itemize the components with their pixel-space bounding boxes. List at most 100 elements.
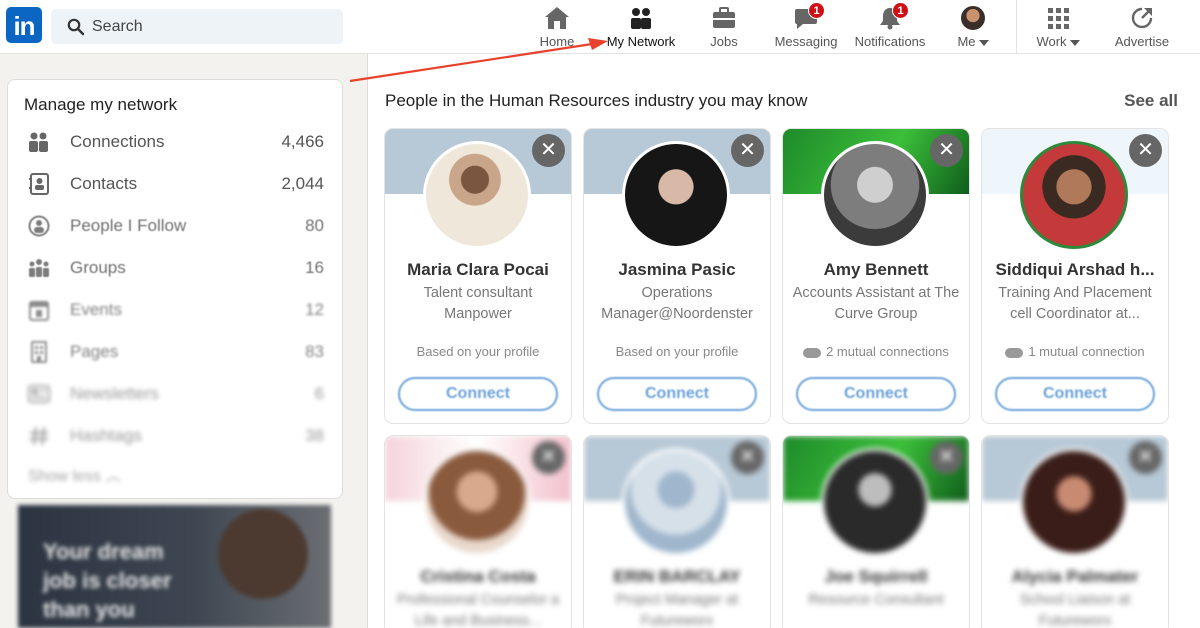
- person-card[interactable]: ✕ ERIN BARCLAY Project Manager at Future…: [583, 435, 771, 628]
- search-input[interactable]: Search: [51, 9, 343, 44]
- suggestion-reason: 1 mutual connection: [988, 344, 1162, 359]
- sidebar-item-count: 80: [305, 216, 324, 235]
- suggestion-reason: 2 mutual connections: [789, 344, 963, 359]
- sidebar-item-label: Pages: [70, 342, 119, 361]
- sidebar-item-hashtags[interactable]: Hashtags 38: [8, 416, 344, 456]
- person-card[interactable]: ✕ Siddiqui Arshad h... Training And Plac…: [981, 128, 1169, 424]
- close-icon[interactable]: ✕: [930, 134, 963, 167]
- sidebar-item-events[interactable]: Events 12: [8, 290, 344, 330]
- person-title: School Liaison at Futureworx: [1019, 592, 1131, 628]
- sidebar-item-connections[interactable]: Connections 4,466: [8, 122, 344, 162]
- follow-icon: [28, 215, 50, 237]
- nav-me[interactable]: Me: [954, 4, 992, 52]
- messaging-badge: 1: [808, 2, 825, 19]
- sidebar-item-label: Events: [70, 300, 122, 319]
- sidebar-item-count: 38: [305, 426, 324, 445]
- top-nav-bar: in Search Home My Network Jobs 1 Messagi…: [0, 0, 1200, 56]
- person-card[interactable]: ✕ Maria Clara Pocai Talent consultant Ma…: [384, 128, 572, 424]
- connect-button[interactable]: Connect: [398, 377, 558, 411]
- nav-work[interactable]: Work: [1032, 4, 1084, 52]
- home-icon: [545, 7, 569, 29]
- sidebar-item-people-i-follow[interactable]: People I Follow 80: [8, 206, 344, 246]
- connect-button[interactable]: Connect: [597, 377, 757, 411]
- sidebar-item-count: 12: [305, 300, 324, 319]
- close-icon[interactable]: ✕: [731, 441, 764, 474]
- profile-photo[interactable]: [423, 141, 531, 249]
- suggestion-reason: Based on your profile: [615, 344, 739, 359]
- person-card[interactable]: ✕ Amy Bennett Accounts Assistant at The …: [782, 128, 970, 424]
- hashtag-icon: [30, 426, 48, 446]
- person-name[interactable]: Amy Bennett: [789, 260, 963, 280]
- person-name[interactable]: ERIN BARCLAY: [590, 567, 764, 587]
- person-name[interactable]: Jasmina Pasic: [590, 260, 764, 280]
- profile-photo[interactable]: [622, 448, 730, 556]
- show-less-button[interactable]: Show less ︿: [28, 462, 121, 486]
- sidebar-item-label: Newsletters: [70, 384, 159, 403]
- sidebar-item-label: Contacts: [70, 174, 138, 193]
- person-title: Operations Manager@Noordenster: [601, 285, 753, 322]
- person-name[interactable]: Cristina Costa: [391, 567, 565, 587]
- close-icon[interactable]: ✕: [532, 441, 565, 474]
- sidebar-item-count: 16: [305, 258, 324, 277]
- person-title: Project Manager at Futureworx: [615, 592, 739, 628]
- nav-messaging[interactable]: 1 Messaging: [772, 2, 840, 52]
- search-icon: [67, 18, 85, 36]
- nav-jobs[interactable]: Jobs: [706, 4, 742, 52]
- person-name[interactable]: Joe Squirrell: [789, 567, 963, 587]
- see-all-link[interactable]: See all: [1124, 91, 1178, 111]
- profile-photo[interactable]: [821, 141, 929, 249]
- profile-photo[interactable]: [423, 448, 531, 556]
- mutual-connections-icon: [1005, 347, 1024, 358]
- person-card[interactable]: ✕ Cristina Costa Professional Counselor …: [384, 435, 572, 628]
- close-icon[interactable]: ✕: [930, 441, 963, 474]
- person-card[interactable]: ✕ Jasmina Pasic Operations Manager@Noord…: [583, 128, 771, 424]
- chevron-down-icon: [1069, 39, 1080, 46]
- person-title: Accounts Assistant at The Curve Group: [792, 285, 960, 322]
- nav-messaging-label: Messaging: [774, 34, 838, 49]
- connect-button[interactable]: Connect: [796, 377, 956, 411]
- sidebar-item-count: 4,466: [281, 132, 324, 151]
- nav-home-label: Home: [539, 34, 575, 49]
- profile-photo[interactable]: [1020, 141, 1128, 249]
- person-card[interactable]: ✕ Alycia Palmater School Liaison at Futu…: [981, 435, 1169, 628]
- person-name[interactable]: Maria Clara Pocai: [391, 260, 565, 280]
- contacts-icon: [29, 173, 49, 195]
- sidebar-item-label: People I Follow: [70, 216, 187, 235]
- sidebar-item-count: 6: [314, 384, 324, 403]
- sidebar-item-pages[interactable]: Pages 83: [8, 332, 344, 372]
- sidebar-item-count: 83: [305, 342, 324, 361]
- person-name[interactable]: Siddiqui Arshad h...: [988, 260, 1162, 280]
- my-network-icon: [631, 8, 651, 29]
- sidebar-item-newsletters[interactable]: Newsletters 6: [8, 374, 344, 414]
- promo-banner[interactable]: Your dream job is closer than you: [18, 505, 331, 628]
- person-card[interactable]: ✕ Joe Squirrell Resource Consultant: [782, 435, 970, 628]
- linkedin-logo[interactable]: in: [6, 7, 42, 43]
- sidebar-item-contacts[interactable]: Contacts 2,044: [8, 164, 344, 204]
- connect-button[interactable]: Connect: [995, 377, 1155, 411]
- profile-photo[interactable]: [1020, 448, 1128, 556]
- nav-my-network[interactable]: My Network: [601, 4, 681, 56]
- briefcase-icon: [713, 7, 735, 28]
- profile-photo[interactable]: [821, 448, 929, 556]
- nav-work-label: Work: [1036, 34, 1067, 49]
- close-icon[interactable]: ✕: [532, 134, 565, 167]
- person-name[interactable]: Alycia Palmater: [988, 567, 1162, 587]
- person-title: Professional Counselor a Life and Busine…: [396, 592, 559, 628]
- profile-photo[interactable]: [622, 141, 730, 249]
- nav-advertise[interactable]: Advertise: [1112, 4, 1172, 52]
- sidebar-item-groups[interactable]: Groups 16: [8, 248, 344, 288]
- nav-notifications-label: Notifications: [854, 34, 926, 49]
- search-placeholder: Search: [92, 18, 143, 35]
- close-icon[interactable]: ✕: [731, 134, 764, 167]
- nav-home[interactable]: Home: [537, 4, 577, 52]
- promo-text: Your dream job is closer than you: [43, 539, 172, 622]
- sidebar-item-label: Groups: [70, 258, 126, 277]
- panel-title: Manage my network: [24, 95, 178, 114]
- sidebar-item-count: 2,044: [281, 174, 324, 193]
- nav-notifications[interactable]: 1 Notifications: [852, 2, 928, 52]
- avatar: [961, 6, 985, 30]
- chevron-down-icon: [978, 39, 989, 46]
- nav-divider: [1016, 0, 1017, 54]
- close-icon[interactable]: ✕: [1129, 134, 1162, 167]
- close-icon[interactable]: ✕: [1129, 441, 1162, 474]
